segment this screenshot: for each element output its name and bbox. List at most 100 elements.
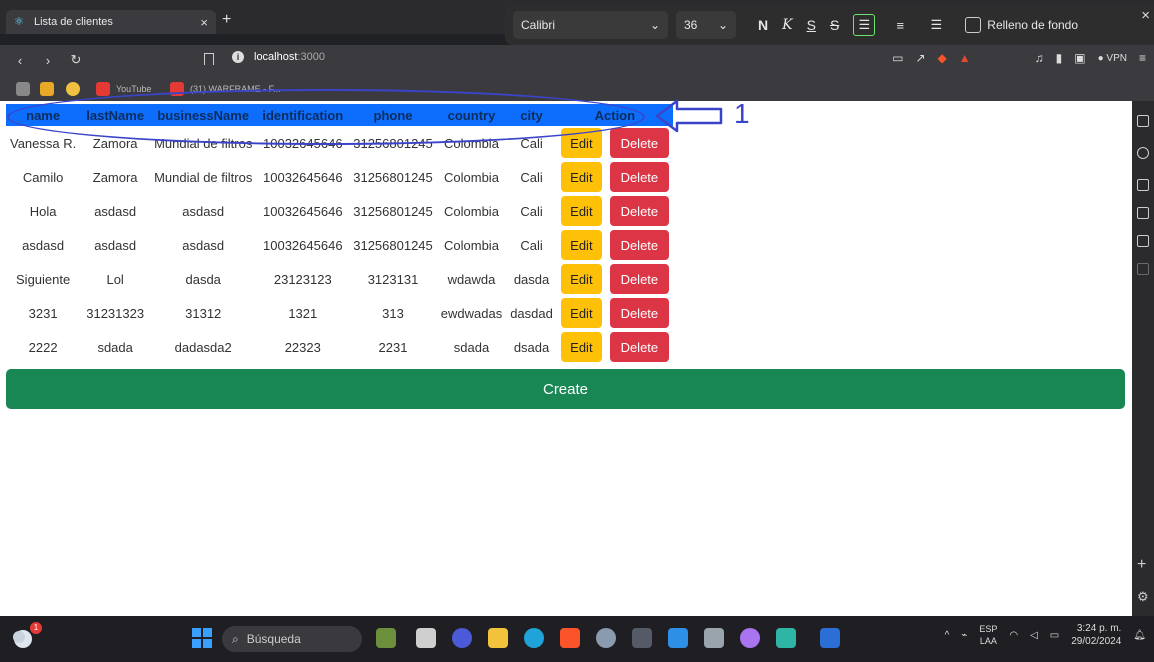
table-cell: Zamora xyxy=(92,169,138,185)
info-icon[interactable]: i xyxy=(232,51,244,63)
add-icon[interactable]: + xyxy=(1137,556,1146,574)
action-cell: Edit xyxy=(557,228,606,262)
table-cell: dasdad xyxy=(510,305,553,321)
reading-list-icon[interactable] xyxy=(1137,235,1149,247)
bookmarks-icon[interactable] xyxy=(1137,207,1149,219)
table-row: Siguiente Lol dasda 23123123 3123131 wdawda da… xyxy=(6,262,673,296)
word-icon[interactable] xyxy=(820,628,840,648)
edit-button[interactable]: Edit xyxy=(560,298,602,328)
taskbar: 1 ⌕ Búsqueda ^ ⌁ ESP LAA ◠ ◁ ▭ 3:24 p. m… xyxy=(0,616,1154,662)
share-icon[interactable]: ↗ xyxy=(915,51,925,65)
wifi-icon[interactable]: ◠ xyxy=(1009,630,1018,641)
bookmark-youtube[interactable]: YouTube xyxy=(116,84,151,94)
italic-button[interactable]: K xyxy=(782,17,792,33)
back-icon[interactable]: ‹ xyxy=(12,53,28,68)
table-cell: asdasd xyxy=(94,203,137,219)
table-cell: dsada xyxy=(513,339,550,355)
wallet-icon[interactable]: ▣ xyxy=(1074,51,1085,65)
taskbar-search[interactable]: ⌕ Búsqueda xyxy=(222,626,362,652)
align-center-icon[interactable]: ≡ xyxy=(889,14,911,36)
url-field[interactable]: i localhost :3000 xyxy=(232,51,325,63)
table-cell: 31256801245 xyxy=(353,237,433,253)
youtube-icon[interactable] xyxy=(96,82,110,96)
tab-title: Lista de clientes xyxy=(34,16,113,28)
delete-button[interactable]: Delete xyxy=(609,332,669,362)
chevron-down-icon: ⌄ xyxy=(649,18,660,32)
table-cell: 3231 xyxy=(28,305,58,321)
panel-icon[interactable] xyxy=(1137,115,1149,127)
clock[interactable]: 3:24 p. m. 29/02/2024 xyxy=(1071,622,1121,648)
rewards-icon[interactable]: ▲ xyxy=(959,51,971,65)
gear-icon[interactable]: ⚙ xyxy=(1137,589,1149,605)
edge-icon[interactable] xyxy=(524,628,544,648)
browser-tab[interactable]: ⚛ Lista de clientes × xyxy=(6,10,216,34)
vscode-icon[interactable] xyxy=(668,628,688,648)
cast-icon[interactable]: ▭ xyxy=(892,51,903,65)
edit-button[interactable]: Edit xyxy=(560,332,602,362)
sidebar-toggle-icon[interactable]: ▮ xyxy=(1056,51,1063,65)
brave-shield-icon[interactable]: ◆ xyxy=(938,51,947,65)
language-indicator[interactable]: ESP LAA xyxy=(979,623,997,647)
new-tab-button[interactable]: + xyxy=(222,11,231,29)
table-cell: ewdwadas xyxy=(440,305,503,321)
file-explorer-icon[interactable] xyxy=(488,628,508,648)
settings-icon[interactable] xyxy=(596,628,616,648)
table-cell: 10032645646 xyxy=(263,237,343,253)
action-cell: Edit xyxy=(557,262,606,296)
menu-icon[interactable]: ≡ xyxy=(1139,51,1146,65)
vpn-button[interactable]: ● VPN xyxy=(1098,53,1127,64)
edit-button[interactable]: Edit xyxy=(560,264,602,294)
edit-button[interactable]: Edit xyxy=(560,230,602,260)
meet-icon[interactable] xyxy=(452,628,472,648)
bold-button[interactable]: N xyxy=(758,17,768,33)
volume-icon[interactable]: ◁ xyxy=(1030,630,1038,641)
align-left-icon[interactable]: ☰ xyxy=(853,14,876,36)
notification-bell-icon[interactable]: 🔔︎ xyxy=(1133,630,1146,641)
history-icon[interactable] xyxy=(1137,263,1149,275)
reload-icon[interactable]: ↻ xyxy=(68,52,84,68)
brave-icon[interactable] xyxy=(560,628,580,648)
address-bar: ‹ › ↻ i localhost :3000 ▭ ↗ ◆ ▲ ♫ ▮ ▣ ● … xyxy=(0,45,1154,75)
table-cell: 3123131 xyxy=(367,271,419,287)
delete-button[interactable]: Delete xyxy=(609,162,669,192)
task-view-icon[interactable] xyxy=(416,628,436,648)
font-size-select[interactable]: 36 ⌄ xyxy=(676,11,736,39)
github-icon[interactable] xyxy=(740,628,760,648)
align-right-icon[interactable]: ☰ xyxy=(925,14,947,36)
create-button[interactable]: Create xyxy=(6,369,1125,409)
wallet-icon[interactable] xyxy=(1137,179,1149,191)
table-cell: Mundial de filtros xyxy=(154,169,253,185)
terminal-icon[interactable] xyxy=(632,628,652,648)
delete-button[interactable]: Delete xyxy=(609,230,669,260)
table-row: 3231 31231323 31312 1321 313 ewdwadas dasdad Ed… xyxy=(6,296,673,330)
widget-icon[interactable] xyxy=(376,628,396,648)
delete-button[interactable]: Delete xyxy=(609,298,669,328)
start-icon[interactable] xyxy=(192,628,212,648)
delete-button[interactable]: Delete xyxy=(609,264,669,294)
url-host: localhost xyxy=(254,51,298,63)
edit-button[interactable]: Edit xyxy=(560,162,602,192)
bookmark-icon[interactable] xyxy=(16,82,30,96)
font-select[interactable]: Calibri ⌄ xyxy=(513,11,668,39)
forward-icon[interactable]: › xyxy=(40,53,56,68)
close-icon[interactable]: × xyxy=(1141,7,1150,24)
media-icon[interactable]: ♫ xyxy=(1035,51,1044,65)
table-cell: wdawda xyxy=(447,271,496,287)
window-icon[interactable] xyxy=(704,628,724,648)
table-row: Hola asdasd asdasd 10032645646 31256801245 Co… xyxy=(6,194,673,228)
chevron-up-icon[interactable]: ^ xyxy=(945,630,950,641)
table-cell: 10032645646 xyxy=(263,203,343,219)
chat-icon[interactable] xyxy=(1137,147,1149,159)
bookmark-icon[interactable] xyxy=(40,82,54,96)
battery-icon[interactable]: ▭ xyxy=(1050,630,1059,641)
bookmark-icon[interactable] xyxy=(66,82,80,96)
edit-button[interactable]: Edit xyxy=(560,196,602,226)
fill-checkbox[interactable] xyxy=(965,17,982,33)
strikethrough-button[interactable]: S xyxy=(830,17,839,33)
tab-close-icon[interactable]: × xyxy=(200,15,208,30)
delete-button[interactable]: Delete xyxy=(609,196,669,226)
network-icon[interactable]: ⌁ xyxy=(961,630,967,641)
underline-button[interactable]: S xyxy=(807,17,816,33)
app-icon[interactable] xyxy=(776,628,796,648)
bookmark-icon[interactable] xyxy=(204,53,214,65)
